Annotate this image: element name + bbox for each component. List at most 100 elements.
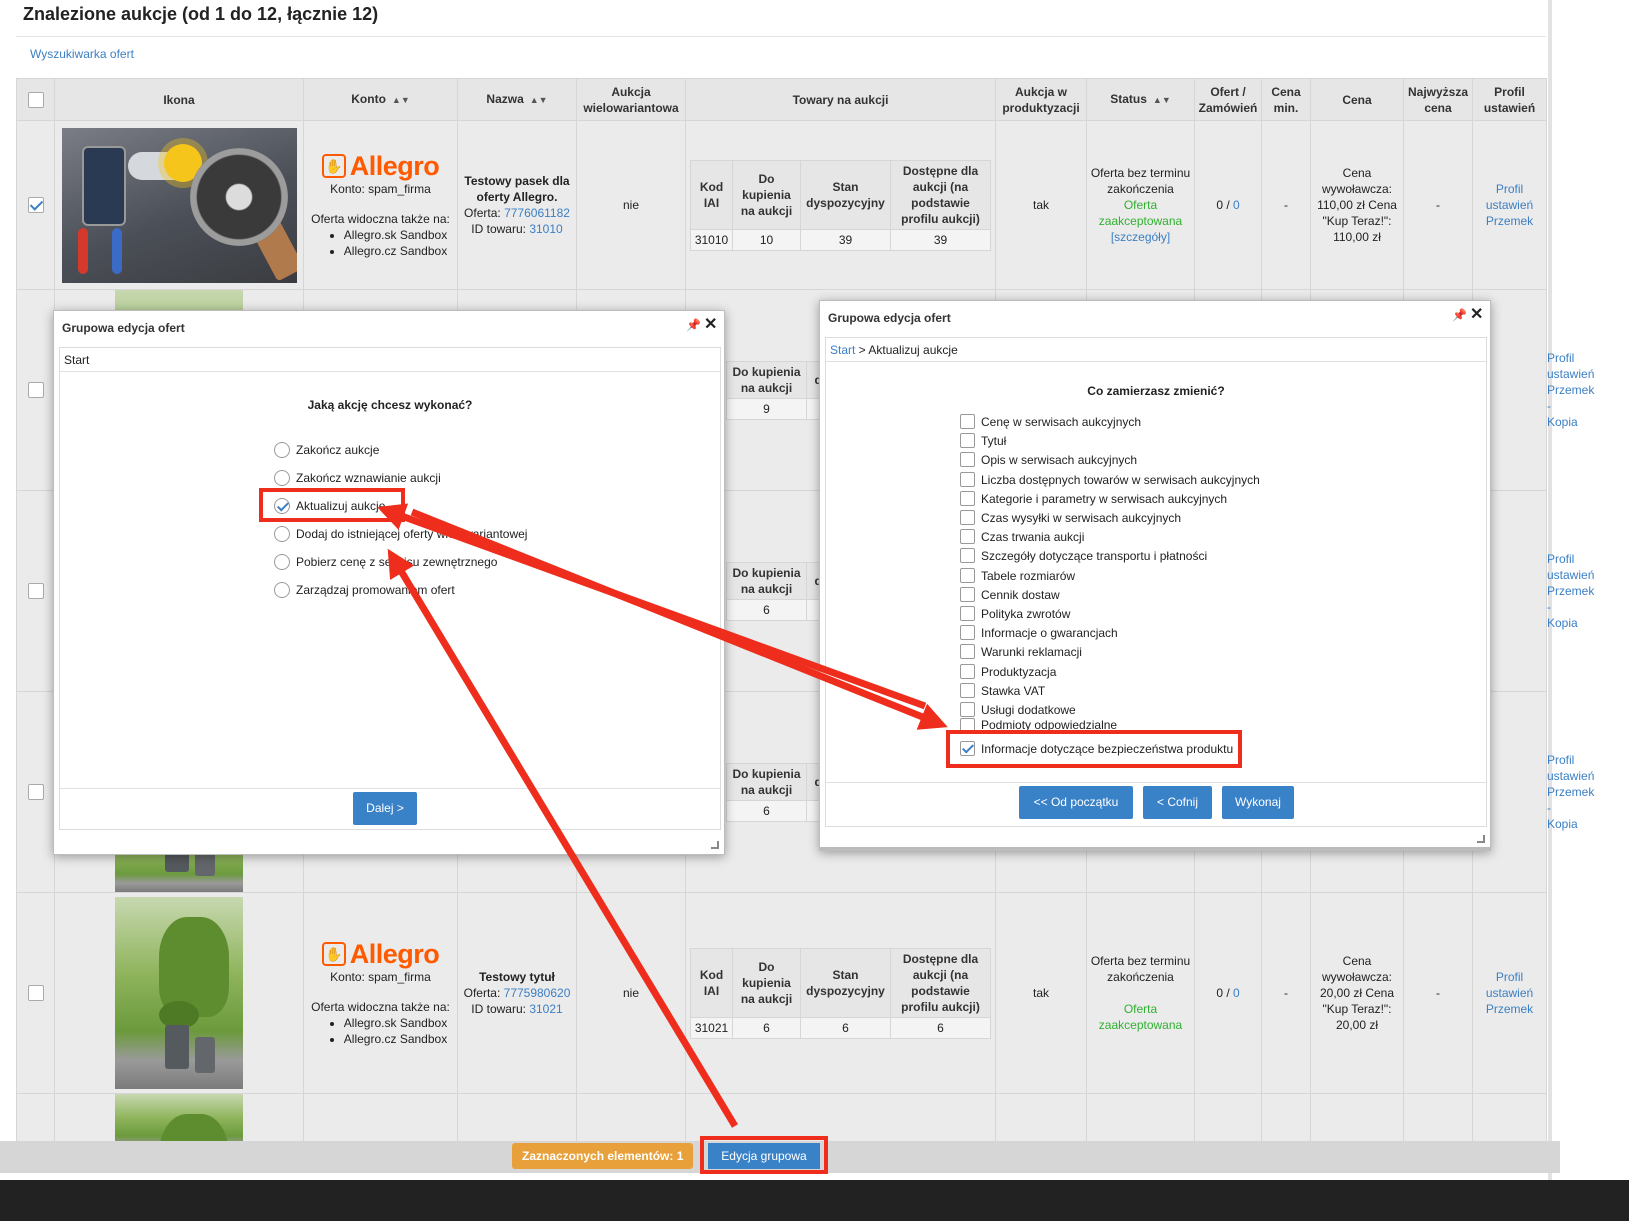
change-option[interactable]: Produktyzacja (960, 664, 1056, 679)
option-checkbox[interactable] (960, 472, 975, 487)
change-option[interactable]: Kategorie i parametry w serwisach aukcyj… (960, 491, 1227, 506)
product-id-label: ID towaru: (471, 1002, 526, 1016)
option-fetch-external-price[interactable]: Pobierz cenę z serwisu zewnętrznego (274, 554, 497, 570)
goods-table: Kod IAI Do kupienia na aukcji Stan dyspo… (690, 159, 991, 251)
option-checkbox[interactable] (960, 644, 975, 659)
change-option[interactable]: Usługi dodatkowe (960, 702, 1076, 717)
offer-search-link[interactable]: Wyszukiwarka ofert (30, 47, 134, 61)
change-option[interactable]: Czas trwania aukcji (960, 529, 1084, 544)
group-edit-dialog-start: Grupowa edycja ofert 📌 ✕ Start Jaką akcj… (53, 310, 725, 855)
change-option[interactable]: Informacje o gwarancjach (960, 625, 1118, 640)
change-option[interactable]: Cennik dostaw (960, 587, 1060, 602)
breadcrumb-start-link[interactable]: Start (830, 343, 855, 357)
row-checkbox[interactable] (27, 784, 44, 801)
sort-icon[interactable]: ▲▼ (392, 95, 410, 105)
dialog-titlebar[interactable]: Grupowa edycja ofert 📌 ✕ (54, 311, 724, 343)
change-option[interactable]: Stawka VAT (960, 683, 1045, 698)
option-checkbox[interactable] (960, 491, 975, 506)
product-image-plant[interactable] (115, 897, 243, 1089)
close-icon[interactable]: ✕ (1470, 307, 1484, 323)
option-checkbox[interactable] (960, 741, 975, 756)
change-option[interactable]: Czas wysyłki w serwisach aukcyjnych (960, 510, 1181, 525)
status-details-link[interactable]: [szczegóły] (1111, 230, 1170, 244)
option-checkbox[interactable] (960, 548, 975, 563)
status-accepted: Oferta zaakceptowana (1098, 1002, 1183, 1032)
option-checkbox[interactable] (960, 452, 975, 467)
row-checkbox[interactable] (27, 197, 44, 214)
change-option[interactable]: Opis w serwisach aukcyjnych (960, 452, 1137, 467)
row-checkbox[interactable] (27, 583, 44, 600)
dialog-titlebar[interactable]: Grupowa edycja ofert 📌 ✕ (820, 301, 1490, 333)
row-select-cell (16, 120, 55, 290)
option-checkbox[interactable] (960, 718, 975, 730)
min-price-value: - (1261, 120, 1311, 290)
select-all-checkbox[interactable] (27, 91, 44, 108)
orders-count-link[interactable]: 0 (1233, 986, 1240, 1000)
option-update-auctions[interactable]: Aktualizuj aukcje (274, 498, 385, 514)
change-option[interactable]: Warunki reklamacji (960, 644, 1082, 659)
option-checkbox[interactable] (960, 702, 975, 717)
resize-handle[interactable] (711, 841, 719, 849)
change-option[interactable]: Polityka zwrotów (960, 606, 1070, 621)
product-id-link[interactable]: 31021 (529, 1002, 562, 1016)
sort-icon[interactable]: ▲▼ (530, 95, 548, 105)
option-checkbox[interactable] (960, 664, 975, 679)
col-status[interactable]: Status ▲▼ (1086, 78, 1195, 121)
in-production-value: tak (995, 120, 1087, 290)
option-checkbox[interactable] (960, 568, 975, 583)
change-option[interactable]: Szczegóły dotyczące transportu i płatnoś… (960, 548, 1207, 563)
option-checkbox[interactable] (960, 683, 975, 698)
product-id-link[interactable]: 31010 (529, 222, 562, 236)
restart-button[interactable]: << Od początku (1019, 786, 1133, 819)
offer-id-link[interactable]: 7775980620 (504, 986, 571, 1000)
change-option[interactable]: Liczba dostępnych towarów w serwisach au… (960, 472, 1260, 487)
sort-icon[interactable]: ▲▼ (1153, 95, 1171, 105)
col-account[interactable]: Konto ▲▼ (303, 78, 458, 121)
next-button[interactable]: Dalej > (353, 792, 417, 825)
option-checkbox[interactable] (960, 587, 975, 602)
option-checkbox[interactable] (960, 625, 975, 640)
option-checkbox[interactable] (960, 510, 975, 525)
profile-link[interactable]: Profil ustawień Przemek - Kopia (1547, 351, 1594, 429)
min-price-value: - (1261, 892, 1311, 1094)
option-manage-promotion[interactable]: Zarządzaj promowaniem ofert (274, 582, 455, 598)
profile-link[interactable]: Profil ustawień Przemek - Kopia (1547, 753, 1594, 831)
resize-handle[interactable] (1477, 835, 1485, 843)
radio-ring[interactable] (274, 582, 290, 598)
radio-ring[interactable] (274, 442, 290, 458)
profile-link[interactable]: Profil ustawień Przemek (1486, 182, 1533, 228)
highest-price-value: - (1403, 892, 1473, 1094)
product-image-smartwatch[interactable] (61, 127, 297, 283)
option-add-to-multivariant[interactable]: Dodaj do istniejącej oferty wielowariant… (274, 526, 527, 542)
option-checkbox[interactable] (960, 529, 975, 544)
radio-ring[interactable] (274, 526, 290, 542)
close-icon[interactable]: ✕ (704, 317, 718, 333)
radio-ring[interactable] (274, 470, 290, 486)
execute-button[interactable]: Wykonaj (1222, 786, 1294, 819)
back-button[interactable]: < Cofnij (1143, 786, 1212, 819)
option-end-auctions[interactable]: Zakończ aukcje (274, 442, 379, 458)
change-option[interactable]: Podmioty odpowiedzialne (960, 718, 1117, 730)
footer-bar (0, 1180, 1629, 1221)
change-option[interactable]: Tabele rozmiarów (960, 568, 1075, 583)
option-checkbox[interactable] (960, 414, 975, 429)
change-option-product-safety[interactable]: Informacje dotyczące bezpieczeństwa prod… (960, 741, 1233, 756)
pin-icon[interactable]: 📌 (1452, 309, 1467, 321)
radio-ring[interactable] (274, 498, 290, 514)
option-checkbox[interactable] (960, 606, 975, 621)
group-edit-button[interactable]: Edycja grupowa (708, 1143, 820, 1169)
option-end-renewal[interactable]: Zakończ wznawianie aukcji (274, 470, 441, 486)
inner-col-stock: Stan dyspozycyjny (800, 159, 891, 230)
row-checkbox[interactable] (27, 985, 44, 1002)
profile-link[interactable]: Profil ustawień Przemek - Kopia (1547, 552, 1594, 630)
option-checkbox[interactable] (960, 433, 975, 448)
row-checkbox[interactable] (27, 382, 44, 399)
offer-id-link[interactable]: 7776061182 (504, 206, 570, 220)
profile-link[interactable]: Profil ustawień Przemek (1486, 970, 1533, 1016)
orders-count-link[interactable]: 0 (1233, 198, 1240, 212)
radio-ring[interactable] (274, 554, 290, 570)
change-option[interactable]: Tytuł (960, 433, 1006, 448)
pin-icon[interactable]: 📌 (686, 319, 701, 331)
change-option[interactable]: Cenę w serwisach aukcyjnych (960, 414, 1141, 429)
col-name[interactable]: Nazwa ▲▼ (457, 78, 577, 121)
